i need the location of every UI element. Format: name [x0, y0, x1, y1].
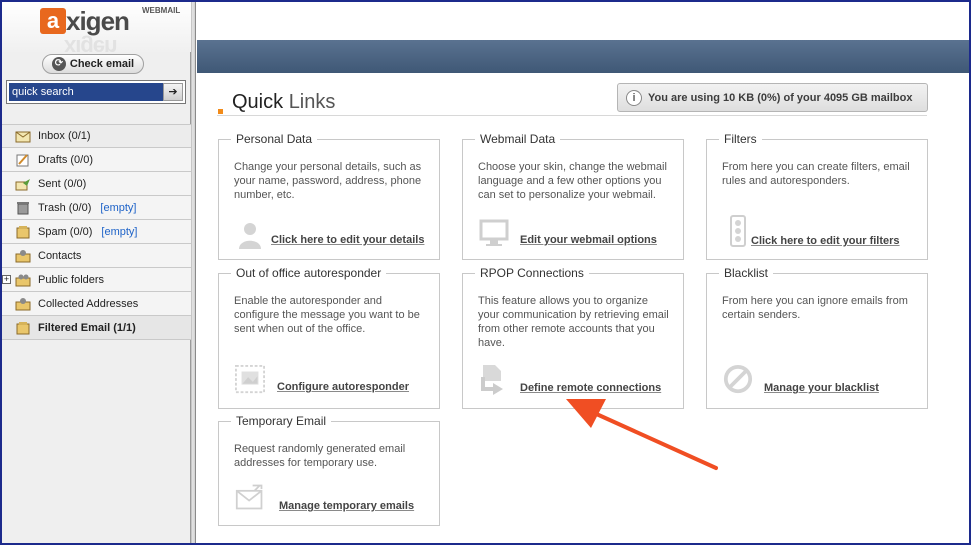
card-temporary-email: Temporary Email Request randomly generat…: [218, 414, 440, 526]
mailbox-usage-text: You are using 10 KB (0%) of your 4095 GB…: [648, 91, 913, 104]
title-underline: [217, 115, 927, 116]
folder-list: Inbox (0/1) Drafts (0/0) Sent (0/0) Tras…: [2, 124, 191, 340]
edit-details-link[interactable]: Click here to edit your details: [271, 234, 424, 246]
edit-webmail-options-link[interactable]: Edit your webmail options: [520, 234, 657, 246]
block-icon: [723, 364, 753, 394]
check-email-label: Check email: [69, 58, 135, 70]
drafts-icon: [14, 152, 32, 168]
card-title: Temporary Email: [231, 414, 332, 428]
configure-autoresponder-link[interactable]: Configure autoresponder: [277, 381, 409, 393]
folder-label: Trash (0/0): [38, 201, 92, 214]
card-webmail-data: Webmail Data Choose your skin, change th…: [462, 132, 684, 260]
card-title: Webmail Data: [475, 132, 561, 146]
card-title: Personal Data: [231, 132, 318, 146]
folder-label: Inbox (0/1): [38, 130, 91, 142]
card-filters: Filters From here you can create filters…: [706, 132, 928, 260]
traffic-light-icon: [723, 215, 753, 247]
manage-temporary-emails-link[interactable]: Manage temporary emails: [279, 500, 414, 512]
folder-label: Spam (0/0): [38, 225, 93, 238]
mailbox-usage-badge: i You are using 10 KB (0%) of your 4095 …: [617, 83, 928, 112]
manage-blacklist-link[interactable]: Manage your blacklist: [764, 382, 879, 394]
spam-icon: [14, 224, 32, 240]
card-description: Request randomly generated email address…: [234, 443, 406, 469]
inbox-icon: [14, 128, 32, 144]
folder-contacts[interactable]: Contacts: [2, 244, 191, 268]
folder-public-folders[interactable]: + Public folders: [2, 268, 191, 292]
folder-label: Collected Addresses: [38, 297, 139, 310]
folder-drafts[interactable]: Drafts (0/0): [2, 148, 191, 172]
contacts-icon: [14, 248, 32, 264]
quick-search-input[interactable]: [9, 83, 163, 101]
info-icon: i: [626, 89, 642, 106]
card-description: Change your personal details, such as yo…: [234, 161, 422, 201]
folder-sent[interactable]: Sent (0/0): [2, 172, 191, 196]
logo-letter: a: [40, 8, 66, 34]
empty-spam-link[interactable]: [empty]: [101, 226, 137, 238]
folder-collected-addresses[interactable]: Collected Addresses: [2, 292, 191, 316]
define-remote-connections-link[interactable]: Define remote connections: [520, 382, 661, 394]
monitor-icon: [479, 218, 509, 248]
image-frame-icon: [235, 364, 265, 394]
card-description: From here you can ignore emails from cer…: [722, 295, 908, 321]
card-personal-data: Personal Data Change your personal detai…: [218, 132, 440, 260]
filtered-email-icon: [14, 320, 32, 336]
sidebar-splitter[interactable]: [191, 2, 196, 543]
refresh-icon: ⟳: [51, 57, 66, 71]
page-title: Quick Links: [232, 91, 335, 114]
quick-search: ➔: [6, 80, 186, 104]
sent-icon: [14, 176, 32, 192]
folder-filtered-email[interactable]: Filtered Email (1/1): [2, 316, 191, 340]
folder-label: Sent (0/0): [38, 177, 87, 190]
page-title-bold: Quick: [232, 91, 284, 113]
card-description: From here you can create filters, email …: [722, 161, 910, 187]
logo-area: a xigen WEBMAIL xigen: [2, 2, 191, 60]
expand-toggle[interactable]: +: [2, 275, 11, 284]
folder-trash[interactable]: Trash (0/0) [empty]: [2, 196, 191, 220]
card-blacklist: Blacklist From here you can ignore email…: [706, 266, 928, 409]
card-title: Out of office autoresponder: [231, 266, 387, 280]
card-description: This feature allows you to organize your…: [478, 295, 669, 349]
card-title: Filters: [719, 132, 762, 146]
logo-text: xigen: [66, 6, 130, 36]
card-out-of-office: Out of office autoresponder Enable the a…: [218, 266, 440, 409]
card-title: Blacklist: [719, 266, 774, 280]
card-description: Choose your skin, change the webmail lan…: [478, 161, 667, 201]
page-title-light: Links: [288, 91, 336, 113]
card-description: Enable the autoresponder and configure t…: [234, 295, 420, 335]
folder-label: Drafts (0/0): [38, 153, 94, 166]
public-folders-icon: [14, 272, 32, 288]
folder-label: Contacts: [38, 249, 82, 262]
card-rpop-connections: RPOP Connections This feature allows you…: [462, 266, 684, 409]
user-icon: [235, 220, 265, 250]
trash-icon: [14, 200, 32, 216]
search-go-button[interactable]: ➔: [163, 83, 183, 101]
card-title: RPOP Connections: [475, 266, 589, 280]
check-email-button[interactable]: ⟳ Check email: [42, 54, 144, 74]
header-bar: [197, 40, 969, 73]
sidebar: a xigen WEBMAIL xigen ⟳ Check email ➔ In…: [2, 2, 191, 543]
edit-filters-link[interactable]: Click here to edit your filters: [751, 235, 900, 247]
empty-trash-link[interactable]: [empty]: [100, 202, 136, 214]
download-arrow-icon: [479, 364, 509, 395]
folder-inbox[interactable]: Inbox (0/1): [2, 124, 191, 148]
title-bullet: [218, 109, 223, 114]
folder-label: Filtered Email (1/1): [38, 321, 136, 334]
envelope-arrow-icon: [235, 482, 265, 512]
collected-addresses-icon: [14, 296, 32, 312]
quick-links-panel: Quick Links i You are using 10 KB (0%) o…: [197, 73, 969, 543]
folder-label: Public folders: [38, 273, 105, 286]
logo-subtitle: WEBMAIL: [142, 6, 181, 15]
folder-spam[interactable]: Spam (0/0) [empty]: [2, 220, 191, 244]
